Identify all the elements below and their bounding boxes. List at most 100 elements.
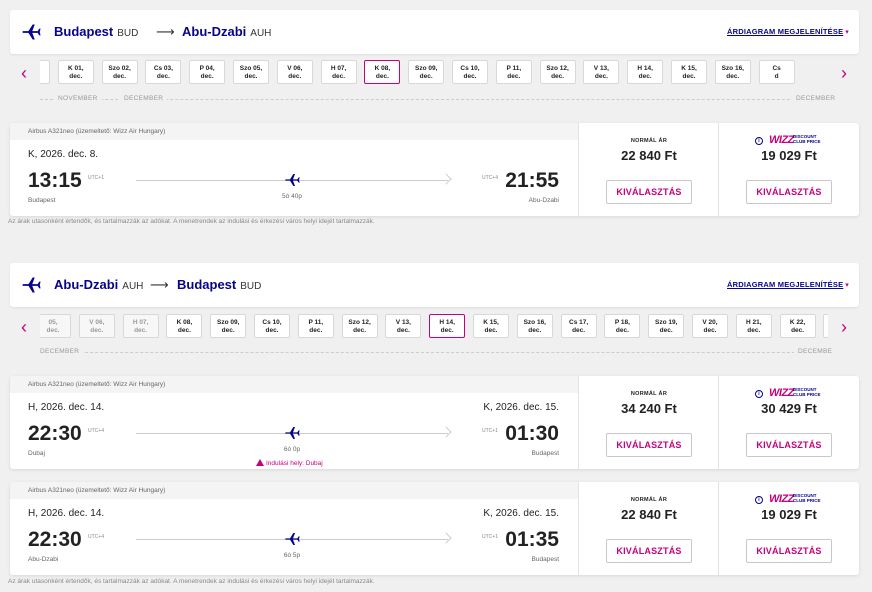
- date-chip[interactable]: P 04, dec.: [189, 60, 226, 84]
- date-chip[interactable]: K 15, dec.: [671, 60, 707, 84]
- date-chip[interactable]: Szo 09, dec.: [210, 314, 247, 338]
- next-dates-arrow-icon[interactable]: ›: [836, 63, 852, 83]
- info-icon[interactable]: i: [755, 496, 763, 504]
- date-chip[interactable]: Szo 16, dec.: [516, 314, 553, 338]
- inbound-footnote: Az árak utasonként értendők, és tartalma…: [8, 578, 375, 585]
- departure-utc: UTC+1: [88, 175, 104, 181]
- date-chip[interactable]: K 08, dec.: [166, 314, 203, 338]
- date-chip[interactable]: K 01, dec.: [57, 60, 94, 84]
- info-icon[interactable]: i: [755, 137, 763, 145]
- date-chip[interactable]: H 14, dec.: [627, 60, 664, 84]
- airplane-icon: [22, 277, 41, 293]
- club-fare: i WIZZ DISCOUNT CLUB PRICE 19 029 Ft KIVÁ…: [718, 123, 858, 216]
- arrival-city: Budapest: [531, 556, 559, 563]
- club-price: 19 029 Ft: [761, 148, 817, 163]
- select-normal-fare-button[interactable]: KIVÁLASZTÁS: [606, 539, 692, 563]
- club-fare: i WIZZ DISCOUNT CLUB PRICE 30 429 Ft KIVÁ…: [718, 376, 858, 469]
- club-price: 19 029 Ft: [761, 507, 817, 522]
- inbound-date-strip: ‹ 05, dec. V 06, dec. H 07, dec. K 08, dec. Szo …: [10, 314, 859, 340]
- normal-price: 34 240 Ft: [621, 401, 677, 416]
- inbound-month-row: DECEMBER DECEMBE: [10, 347, 859, 357]
- route-arrow: ⟶: [156, 24, 175, 39]
- date-chip[interactable]: Cs 10, dec.: [254, 314, 290, 338]
- aircraft-info: Airbus A321neo (üzemeltető: Wizz Air Hun…: [10, 123, 578, 140]
- date-chip[interactable]: Szo 02, dec.: [101, 60, 138, 84]
- month-divider: [40, 352, 830, 353]
- date-chip[interactable]: Szo 19, dec.: [648, 314, 685, 338]
- arrival-date: K, 2026. dec. 15.: [483, 402, 559, 413]
- date-chip[interactable]: P 18, dec.: [604, 314, 641, 338]
- departure-date: H, 2026. dec. 14.: [28, 402, 105, 413]
- departure-date: H, 2026. dec. 14.: [28, 508, 105, 519]
- date-chip[interactable]: [40, 60, 50, 84]
- outbound-date-strip: ‹ K 01, dec. Szo 02, dec. Cs 03, dec. P 04, dec…: [10, 60, 859, 86]
- select-normal-fare-button[interactable]: KIVÁLASZTÁS: [606, 180, 692, 204]
- date-chip-selected[interactable]: H 14, dec.: [429, 314, 466, 338]
- departure-utc: UTC+4: [88, 534, 104, 540]
- departure-city: Budapest: [28, 197, 56, 204]
- date-chip[interactable]: V 13, dec.: [583, 60, 620, 84]
- departure-date: K, 2026. dec. 8.: [28, 149, 99, 160]
- date-chip[interactable]: Cs 10, dec.: [452, 60, 488, 84]
- date-chip[interactable]: V 20, dec.: [692, 314, 728, 338]
- outbound-route-header: Budapest BUD ⟶ Abu-Dzabi AUH ÁRDIAGRAM MEG…: [10, 10, 859, 54]
- info-icon[interactable]: i: [755, 390, 763, 398]
- departure-utc: UTC+4: [88, 428, 104, 434]
- select-club-fare-button[interactable]: KIVÁLASZTÁS: [746, 180, 832, 204]
- date-chip[interactable]: V 13, dec.: [385, 314, 422, 338]
- date-chip[interactable]: V 06, dec.: [78, 314, 115, 338]
- date-chip[interactable]: H 07, dec.: [320, 60, 357, 84]
- date-chip[interactable]: Szo 16, dec.: [714, 60, 751, 84]
- date-chip[interactable]: K 15, dec.: [473, 314, 509, 338]
- select-club-fare-button[interactable]: KIVÁLASZTÁS: [746, 539, 832, 563]
- date-chip[interactable]: H 07, dec.: [122, 314, 159, 338]
- next-dates-arrow-icon[interactable]: ›: [836, 317, 852, 337]
- origin-city: Abu-Dzabi AUH: [54, 277, 144, 292]
- date-chip[interactable]: Szo 05, dec.: [233, 60, 269, 84]
- destination-city: Budapest BUD: [177, 277, 262, 292]
- outbound-date-list: K 01, dec. Szo 02, dec. Cs 03, dec. P 04, dec. S…: [40, 60, 828, 86]
- fare-label: NORMÁL ÁR: [630, 497, 668, 503]
- fare-label: NORMÁL ÁR: [630, 138, 668, 144]
- date-chip[interactable]: Cs 03, dec.: [145, 60, 182, 84]
- normal-fare: NORMÁL ÁR 34 240 Ft KIVÁLASZTÁS: [578, 376, 718, 469]
- select-normal-fare-button[interactable]: KIVÁLASZTÁS: [606, 433, 692, 457]
- month-label: DECEMBE: [794, 348, 837, 355]
- chevron-down-icon: ▾: [845, 282, 849, 289]
- date-chip[interactable]: Szo 09, dec.: [408, 60, 445, 84]
- month-label: DECEMBER: [792, 95, 840, 102]
- date-chip[interactable]: V 06, dec.: [276, 60, 313, 84]
- destination-city: Abu-Dzabi AUH: [182, 24, 272, 39]
- date-chip[interactable]: P 11, dec.: [495, 60, 532, 84]
- flight-card: Airbus A321neo (üzemeltető: Wizz Air Hun…: [10, 376, 859, 469]
- track-arrow-icon: [440, 173, 452, 185]
- wizz-discount-club-logo: i WIZZ DISCOUNT CLUB PRICE: [755, 493, 835, 507]
- normal-price: 22 840 Ft: [621, 507, 677, 522]
- date-chip[interactable]: H 21, dec.: [735, 314, 772, 338]
- date-chip[interactable]: Szo 12, dec.: [341, 314, 378, 338]
- origin-city: Budapest BUD: [54, 24, 139, 39]
- select-club-fare-button[interactable]: KIVÁLASZTÁS: [746, 433, 832, 457]
- prev-dates-arrow-icon[interactable]: ‹: [16, 63, 32, 83]
- date-chip[interactable]: Szo 12, dec.: [539, 60, 576, 84]
- departure-time: 13:15: [28, 169, 82, 192]
- show-price-chart-link[interactable]: ÁRDIAGRAM MEGJELENÍTÉSE ▾: [727, 280, 849, 289]
- inbound-date-list: 05, dec. V 06, dec. H 07, dec. K 08, dec. Szo 09…: [40, 314, 828, 340]
- show-price-chart-link[interactable]: ÁRDIAGRAM MEGJELENÍTÉSE ▾: [727, 27, 849, 36]
- date-chip[interactable]: K 22, dec.: [779, 314, 816, 338]
- prev-dates-arrow-icon[interactable]: ‹: [16, 317, 32, 337]
- arrival-time: 01:30: [505, 422, 559, 445]
- airplane-icon: [285, 174, 300, 186]
- date-chip[interactable]: Cs 17, dec.: [560, 314, 597, 338]
- month-label: NOVEMBER: [54, 95, 102, 102]
- date-chip[interactable]: 05, dec.: [40, 314, 71, 338]
- departure-city: Abu-Dzabi: [28, 556, 59, 563]
- departure-time: 22:30: [28, 422, 82, 445]
- flight-card: Airbus A321neo (üzemeltető: Wizz Air Hun…: [10, 482, 859, 575]
- date-chip[interactable]: Szode: [823, 314, 828, 338]
- date-chip[interactable]: Cs d: [758, 60, 795, 84]
- date-chip-selected[interactable]: K 08, dec.: [364, 60, 401, 84]
- arrival-time: 21:55: [505, 169, 559, 192]
- month-label: DECEMBER: [36, 348, 84, 355]
- date-chip[interactable]: P 11, dec.: [297, 314, 334, 338]
